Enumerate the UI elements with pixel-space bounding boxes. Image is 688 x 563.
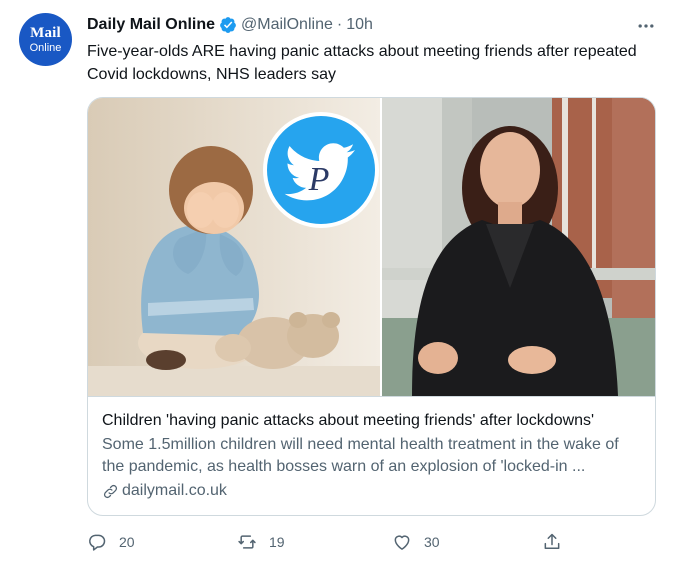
retweet-button[interactable]: 19 [237, 530, 285, 554]
card-body[interactable]: Children 'having panic attacks about mee… [88, 396, 655, 515]
tweet[interactable]: Mail Online Daily Mail Online @MailOnlin… [0, 0, 688, 563]
card-description: Some 1.5million children will need menta… [102, 436, 619, 475]
card-domain-text: dailymail.co.uk [122, 482, 227, 499]
twitter-bird-logo: P [263, 112, 379, 228]
more-options-icon[interactable] [636, 16, 656, 36]
retweet-icon [238, 535, 256, 549]
card-domain: dailymail.co.uk [102, 480, 641, 502]
verified-badge-icon [220, 17, 236, 33]
reply-count: 20 [119, 534, 135, 550]
woman-photo [382, 98, 655, 396]
timestamp[interactable]: 10h [346, 16, 373, 34]
retweet-count: 19 [269, 534, 285, 550]
account-handle[interactable]: @MailOnline [241, 16, 333, 34]
separator-dot: · [336, 16, 343, 33]
share-icon [544, 533, 560, 549]
like-button[interactable]: 30 [392, 530, 440, 554]
like-count: 30 [424, 534, 440, 550]
link-card[interactable]: P Children 'having panic attacks about m… [87, 97, 656, 516]
card-title: Children 'having panic attacks about mee… [102, 412, 595, 429]
account-name[interactable]: Daily Mail Online [87, 16, 215, 34]
avatar-line1: Mail [30, 24, 61, 41]
avatar[interactable]: Mail Online [19, 13, 72, 66]
reply-button[interactable]: 20 [87, 530, 135, 554]
badge-letter: P [308, 161, 330, 198]
tweet-text: Five-year-olds ARE having panic attacks … [87, 43, 637, 83]
tweet-header: Daily Mail Online @MailOnline · 10h [87, 14, 373, 36]
share-button[interactable] [542, 530, 562, 554]
card-image[interactable]: P [88, 98, 655, 396]
reply-icon [89, 534, 106, 551]
tweet-actions: 20 19 30 [87, 530, 567, 554]
avatar-line2: Online [29, 41, 62, 54]
link-icon [103, 484, 118, 498]
heart-icon [394, 535, 410, 550]
